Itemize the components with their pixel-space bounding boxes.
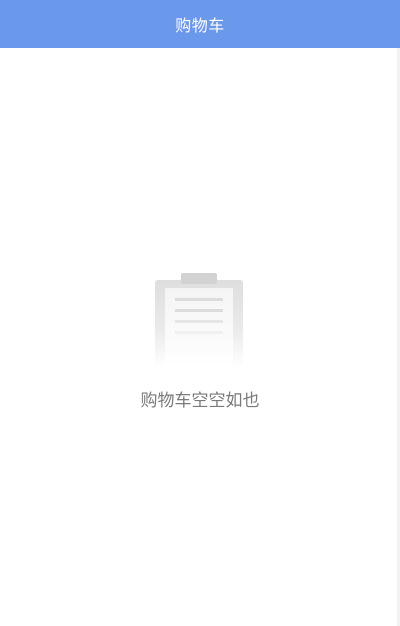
page-header: 购物车 [0, 0, 400, 48]
page-title: 购物车 [175, 16, 225, 35]
empty-cart-message: 购物车空空如也 [140, 391, 260, 411]
empty-cart-state: 购物车空空如也 [0, 266, 400, 426]
clipboard-icon [155, 273, 243, 368]
